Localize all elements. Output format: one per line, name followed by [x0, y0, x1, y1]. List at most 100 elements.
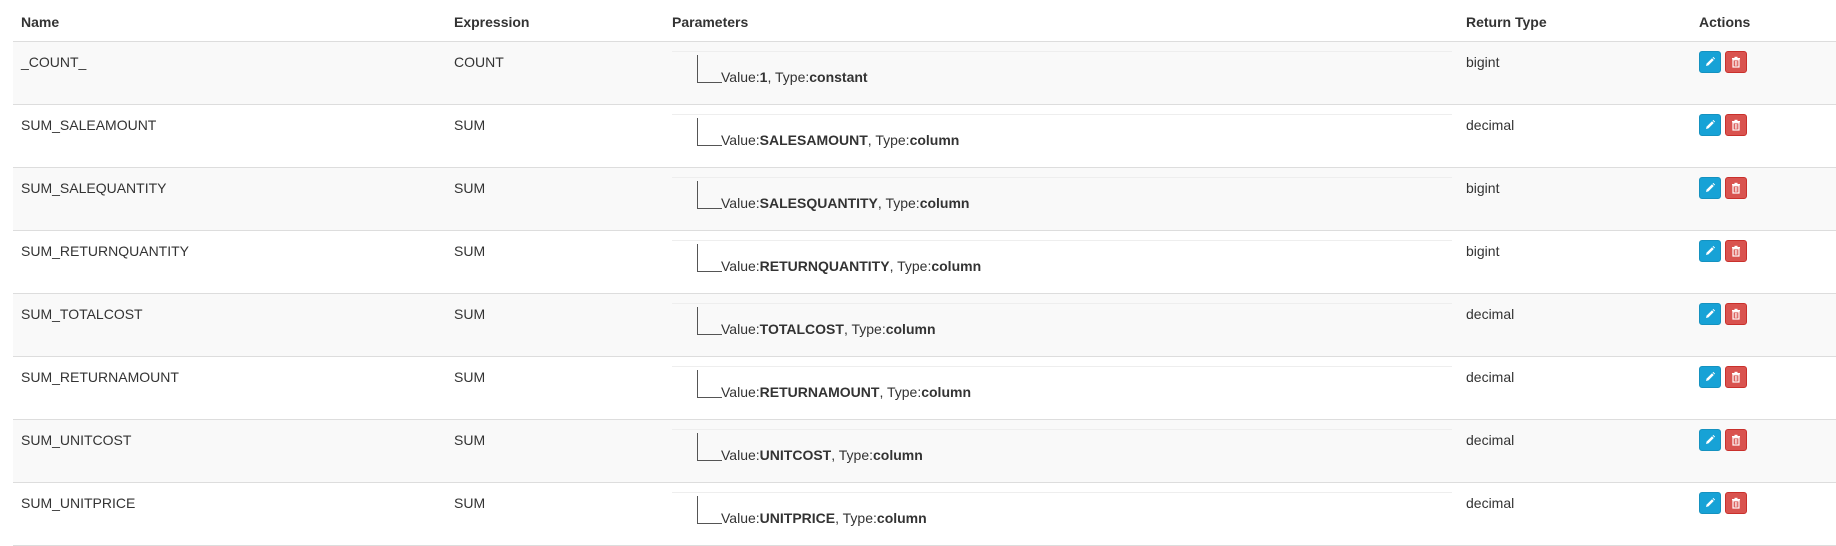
measure-expression: SUM	[454, 369, 486, 385]
parameter-node: Value:RETURNAMOUNT, Type:column	[721, 384, 971, 400]
value-label: Value:	[721, 510, 760, 526]
trash-icon	[1732, 182, 1740, 194]
delete-button[interactable]	[1725, 429, 1747, 451]
parameter-value: RETURNQUANTITY	[759, 258, 890, 274]
parameter-node: Value:UNITPRICE, Type:column	[721, 510, 927, 526]
column-header-actions: Actions	[1699, 14, 1751, 30]
parameter-tree: Value:RETURNQUANTITY, Type:column	[672, 240, 1452, 286]
parameter-value: RETURNAMOUNT	[759, 384, 880, 400]
measure-expression: SUM	[454, 306, 486, 322]
value-label: Value:	[721, 384, 760, 400]
measure-name: SUM_UNITPRICE	[21, 495, 136, 511]
trash-icon	[1732, 371, 1740, 383]
edit-button[interactable]	[1699, 303, 1721, 325]
parameter-tree: Value:SALESQUANTITY, Type:column	[672, 177, 1452, 223]
measure-name: SUM_SALEAMOUNT	[21, 117, 157, 133]
measures-table: Name Expression Parameters Return Type A…	[13, 0, 1836, 546]
edit-button[interactable]	[1699, 240, 1721, 262]
tree-connector	[697, 55, 722, 83]
return-type: bigint	[1466, 54, 1500, 70]
type-label: Type:	[885, 195, 920, 211]
return-type: bigint	[1466, 243, 1500, 259]
measure-name: _COUNT_	[21, 54, 87, 70]
parameter-value: TOTALCOST	[759, 321, 844, 337]
table-row: SUM_UNITCOST SUM Value:UNITCOST, Type:co…	[13, 420, 1836, 483]
edit-button[interactable]	[1699, 114, 1721, 136]
measure-expression: SUM	[454, 180, 486, 196]
separator: ,	[831, 447, 839, 463]
value-label: Value:	[721, 447, 760, 463]
trash-icon	[1732, 245, 1740, 257]
table-row: SUM_SALEQUANTITY SUM Value:SALESQUANTITY…	[13, 168, 1836, 231]
pencil-icon	[1706, 497, 1716, 507]
parameter-type: column	[873, 447, 923, 463]
return-type: bigint	[1466, 180, 1500, 196]
edit-button[interactable]	[1699, 429, 1721, 451]
measure-expression: SUM	[454, 432, 486, 448]
column-header-name[interactable]: Name	[21, 14, 59, 30]
edit-button[interactable]	[1699, 366, 1721, 388]
parameter-node: Value:SALESQUANTITY, Type:column	[721, 195, 969, 211]
delete-button[interactable]	[1725, 492, 1747, 514]
column-header-return-type[interactable]: Return Type	[1466, 14, 1547, 30]
parameter-tree: Value:RETURNAMOUNT, Type:column	[672, 366, 1452, 412]
measure-expression: COUNT	[454, 54, 504, 70]
tree-connector	[697, 181, 722, 209]
parameter-node: Value:RETURNQUANTITY, Type:column	[721, 258, 981, 274]
measure-name: SUM_RETURNAMOUNT	[21, 369, 179, 385]
edit-button[interactable]	[1699, 177, 1721, 199]
value-label: Value:	[721, 132, 760, 148]
parameter-node: Value:UNITCOST, Type:column	[721, 447, 923, 463]
parameter-value: UNITCOST	[759, 447, 832, 463]
table-row: SUM_RETURNAMOUNT SUM Value:RETURNAMOUNT,…	[13, 357, 1836, 420]
separator: ,	[835, 510, 843, 526]
separator: ,	[767, 69, 775, 85]
delete-button[interactable]	[1725, 366, 1747, 388]
return-type: decimal	[1466, 117, 1515, 133]
separator: ,	[889, 258, 898, 274]
parameter-type: column	[909, 132, 960, 148]
delete-button[interactable]	[1725, 303, 1747, 325]
type-label: Type:	[851, 321, 886, 337]
parameter-value: SALESQUANTITY	[759, 195, 878, 211]
trash-icon	[1732, 497, 1740, 509]
parameter-node: Value:SALESAMOUNT, Type:column	[721, 132, 959, 148]
table-row: SUM_RETURNQUANTITY SUM Value:RETURNQUANT…	[13, 231, 1836, 294]
measure-expression: SUM	[454, 243, 486, 259]
table-row: SUM_UNITPRICE SUM Value:UNITPRICE, Type:…	[13, 483, 1836, 546]
delete-button[interactable]	[1725, 114, 1747, 136]
delete-button[interactable]	[1725, 240, 1747, 262]
parameter-type: column	[919, 195, 970, 211]
value-label: Value:	[721, 69, 760, 85]
delete-button[interactable]	[1725, 51, 1747, 73]
edit-button[interactable]	[1699, 492, 1721, 514]
edit-button[interactable]	[1699, 51, 1721, 73]
parameter-tree: Value:UNITCOST, Type:column	[672, 429, 1452, 475]
parameter-value: SALESAMOUNT	[759, 132, 868, 148]
return-type: decimal	[1466, 495, 1515, 511]
pencil-icon	[1706, 56, 1716, 66]
parameter-node: Value:1, Type:constant	[721, 69, 868, 85]
table-body: _COUNT_ COUNT Value:1, Type:constant big…	[13, 42, 1836, 546]
pencil-icon	[1706, 371, 1716, 381]
measure-name: SUM_RETURNQUANTITY	[21, 243, 190, 259]
parameter-type: constant	[809, 69, 868, 85]
delete-button[interactable]	[1725, 177, 1747, 199]
pencil-icon	[1706, 182, 1716, 192]
measure-name: SUM_TOTALCOST	[21, 306, 143, 322]
column-header-parameters[interactable]: Parameters	[672, 14, 748, 30]
parameter-tree: Value:SALESAMOUNT, Type:column	[672, 114, 1452, 160]
parameter-type: column	[921, 384, 971, 400]
pencil-icon	[1706, 434, 1716, 444]
tree-connector	[697, 433, 722, 461]
measure-name: SUM_UNITCOST	[21, 432, 132, 448]
measure-expression: SUM	[454, 495, 486, 511]
column-header-expression[interactable]: Expression	[454, 14, 529, 30]
table-row: SUM_SALEAMOUNT SUM Value:SALESAMOUNT, Ty…	[13, 105, 1836, 168]
parameter-tree: Value:TOTALCOST, Type:column	[672, 303, 1452, 349]
trash-icon	[1732, 434, 1740, 446]
return-type: decimal	[1466, 306, 1515, 322]
trash-icon	[1732, 308, 1740, 320]
parameter-type: column	[931, 258, 982, 274]
parameter-type: column	[885, 321, 936, 337]
